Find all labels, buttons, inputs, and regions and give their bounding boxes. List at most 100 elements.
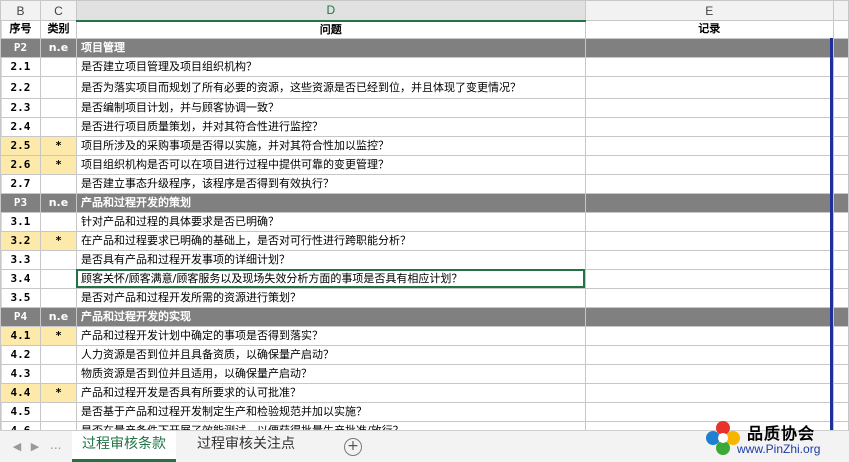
cell-question[interactable]: 在产品和过程要求已明确的基础上，是否对可行性进行跨职能分析？ xyxy=(75,230,586,251)
cell-category[interactable]: * xyxy=(39,230,77,251)
cell-number[interactable]: 3.3 xyxy=(0,249,41,270)
cell-empty[interactable] xyxy=(832,249,849,270)
cell-question[interactable]: 人力资源是否到位并且具备资质，以确保量产启动？ xyxy=(75,344,586,365)
add-sheet-button[interactable]: + xyxy=(344,438,362,456)
cell-record[interactable] xyxy=(584,306,834,327)
cell-record[interactable] xyxy=(584,116,834,137)
cell-question[interactable]: 是否建立项目管理及项目组织机构？ xyxy=(75,56,586,77)
cell-question[interactable]: 产品和过程开发的实现 xyxy=(75,306,586,327)
cell-category[interactable] xyxy=(39,287,77,308)
column-header-f[interactable] xyxy=(832,0,849,21)
cell-empty[interactable] xyxy=(832,173,849,194)
cell-number[interactable]: 3.1 xyxy=(0,211,41,232)
column-header-c[interactable]: C xyxy=(39,0,77,21)
cell-empty[interactable] xyxy=(832,306,849,327)
column-header-b[interactable]: B xyxy=(0,0,41,21)
empty-cell[interactable] xyxy=(832,20,849,39)
cell-question[interactable]: 是否为落实项目而规划了所有必要的资源，这些资源是否已经到位，并且体现了变更情况？ xyxy=(75,75,586,99)
cell-question[interactable]: 产品和过程开发的策划 xyxy=(75,192,586,213)
cell-category[interactable] xyxy=(39,75,77,99)
cell-record[interactable] xyxy=(584,37,834,58)
cell-number[interactable]: 4.2 xyxy=(0,344,41,365)
cell-number[interactable]: 2.4 xyxy=(0,116,41,137)
more-sheets-icon[interactable]: ... xyxy=(50,438,61,452)
cell-question[interactable]: 是否建立事态升级程序，该程序是否得到有效执行？ xyxy=(75,173,586,194)
cell-number[interactable]: 3.2 xyxy=(0,230,41,251)
cell-number[interactable]: 4.1 xyxy=(0,325,41,346)
cell-empty[interactable] xyxy=(832,382,849,403)
cell-number[interactable]: 2.5 xyxy=(0,135,41,156)
cell-category[interactable] xyxy=(39,249,77,270)
cell-category[interactable] xyxy=(39,97,77,118)
prev-sheet-icon[interactable]: ◀ xyxy=(12,440,22,453)
header-question[interactable]: 问题 xyxy=(75,20,586,39)
cell-question[interactable]: 物质资源是否到位并且适用，以确保量产启动？ xyxy=(75,363,586,384)
cell-empty[interactable] xyxy=(832,344,849,365)
cell-empty[interactable] xyxy=(832,75,849,99)
cell-record[interactable] xyxy=(584,192,834,213)
cell-question[interactable]: 是否在量产条件下开展了效能测试，以便获得批量生产批准/放行？ xyxy=(75,420,586,430)
cell-question[interactable]: 是否基于产品和过程开发制定生产和检验规范并加以实施？ xyxy=(75,401,586,422)
cell-empty[interactable] xyxy=(832,363,849,384)
cell-empty[interactable] xyxy=(832,268,849,289)
cell-category[interactable] xyxy=(39,363,77,384)
cell-number[interactable]: P2 xyxy=(0,37,41,58)
cell-record[interactable] xyxy=(584,75,834,99)
cell-number[interactable]: 2.6 xyxy=(0,154,41,175)
cell-record[interactable] xyxy=(584,97,834,118)
cell-category[interactable] xyxy=(39,211,77,232)
cell-number[interactable]: 2.1 xyxy=(0,56,41,77)
cell-category[interactable]: * xyxy=(39,325,77,346)
cell-number[interactable]: 4.3 xyxy=(0,363,41,384)
cell-question[interactable]: 是否对产品和过程开发所需的资源进行策划？ xyxy=(75,287,586,308)
cell-category[interactable] xyxy=(39,344,77,365)
cell-number[interactable]: P3 xyxy=(0,192,41,213)
cell-empty[interactable] xyxy=(832,135,849,156)
cell-empty[interactable] xyxy=(832,211,849,232)
cell-record[interactable] xyxy=(584,344,834,365)
cell-number[interactable]: 2.3 xyxy=(0,97,41,118)
cell-question[interactable]: 产品和过程开发计划中确定的事项是否得到落实？ xyxy=(75,325,586,346)
cell-record[interactable] xyxy=(584,154,834,175)
header-category[interactable]: 类别 xyxy=(39,20,77,39)
cell-category[interactable]: n.e xyxy=(39,306,77,327)
cell-question[interactable]: 针对产品和过程的具体要求是否已明确？ xyxy=(75,211,586,232)
cell-number[interactable]: 2.2 xyxy=(0,75,41,99)
cell-record[interactable] xyxy=(584,211,834,232)
cell-number[interactable]: 4.4 xyxy=(0,382,41,403)
cell-empty[interactable] xyxy=(832,192,849,213)
cell-question[interactable]: 项目组织机构是否可以在项目进行过程中提供可靠的变更管理？ xyxy=(75,154,586,175)
cell-category[interactable]: n.e xyxy=(39,37,77,58)
cell-empty[interactable] xyxy=(832,37,849,58)
cell-record[interactable] xyxy=(584,56,834,77)
cell-record[interactable] xyxy=(584,382,834,403)
cell-number[interactable]: 4.6 xyxy=(0,420,41,430)
cell-category[interactable] xyxy=(39,268,77,289)
cell-empty[interactable] xyxy=(832,325,849,346)
cell-record[interactable] xyxy=(584,268,834,289)
cell-question[interactable]: 是否进行项目质量策划，并对其符合性进行监控？ xyxy=(75,116,586,137)
cell-record[interactable] xyxy=(584,173,834,194)
cell-empty[interactable] xyxy=(832,154,849,175)
cell-category[interactable] xyxy=(39,173,77,194)
cell-record[interactable] xyxy=(584,287,834,308)
cell-question[interactable]: 项目所涉及的采购事项是否得以实施，并对其符合性加以监控？ xyxy=(75,135,586,156)
cell-record[interactable] xyxy=(584,363,834,384)
cell-category[interactable]: * xyxy=(39,382,77,403)
cell-empty[interactable] xyxy=(832,56,849,77)
cell-number[interactable]: P4 xyxy=(0,306,41,327)
header-record[interactable]: 记录 xyxy=(584,20,834,39)
cell-record[interactable] xyxy=(584,249,834,270)
cell-empty[interactable] xyxy=(832,116,849,137)
cell-category[interactable] xyxy=(39,420,77,430)
cell-empty[interactable] xyxy=(832,97,849,118)
cell-category[interactable] xyxy=(39,401,77,422)
next-sheet-icon[interactable]: ▶ xyxy=(30,440,40,453)
cell-category[interactable]: * xyxy=(39,154,77,175)
cell-category[interactable] xyxy=(39,116,77,137)
cell-record[interactable] xyxy=(584,135,834,156)
cell-number[interactable]: 4.5 xyxy=(0,401,41,422)
cell-number[interactable]: 3.5 xyxy=(0,287,41,308)
cell-number[interactable]: 3.4 xyxy=(0,268,41,289)
sheet-tab-audit-clauses[interactable]: 过程审核条款 xyxy=(72,431,176,462)
